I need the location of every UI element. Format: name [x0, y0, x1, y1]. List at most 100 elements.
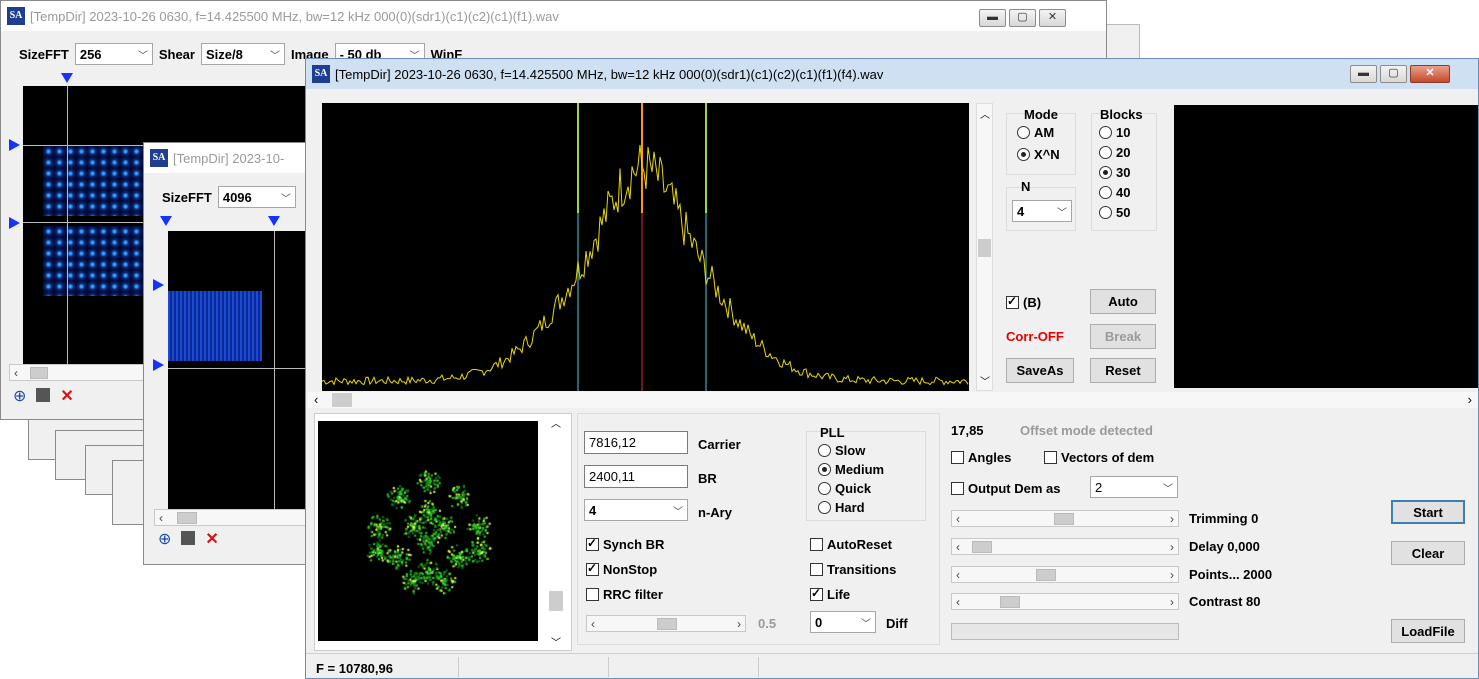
- br-input[interactable]: 2400,11: [584, 465, 688, 488]
- marker-triangle-left-icon[interactable]: [153, 279, 164, 291]
- angles-checkbox[interactable]: Angles: [951, 450, 1011, 465]
- output-dem-checkbox[interactable]: Output Dem as: [951, 481, 1060, 496]
- b-checkbox[interactable]: (B): [1006, 294, 1041, 310]
- checkbox-life[interactable]: [810, 586, 823, 601]
- chevron-down-icon[interactable]: ﹀: [551, 634, 561, 649]
- carrier-input[interactable]: 7816,12: [584, 431, 688, 454]
- nonstop-checkbox[interactable]: NonStop: [586, 561, 657, 577]
- radio-button[interactable]: [1099, 186, 1112, 199]
- checkbox-synch-br[interactable]: [586, 536, 599, 551]
- close-icon[interactable]: ✕: [1410, 65, 1450, 83]
- contrast-slider[interactable]: ‹ ›: [951, 593, 1179, 610]
- title-bar[interactable]: SA [TempDir] 2023-10-26 0630, f=14.42550…: [1, 1, 1106, 31]
- spectrogram-window-2[interactable]: SA [TempDir] 2023-10- SizeFFT 4096 ﹀ ‹ ⊕ …: [143, 142, 313, 565]
- chevron-left-icon[interactable]: ‹: [956, 512, 960, 526]
- checkbox-transitions[interactable]: [810, 563, 823, 576]
- n-select[interactable]: 4 ﹀: [1012, 200, 1072, 222]
- clear-x-icon[interactable]: ✕: [60, 386, 73, 406]
- output-dem-select[interactable]: 2 ﹀: [1090, 476, 1178, 498]
- chevron-left-icon[interactable]: ‹: [314, 392, 318, 407]
- pll-radio-hard[interactable]: Hard: [818, 500, 865, 515]
- slider-thumb[interactable]: [657, 618, 677, 630]
- maximize-icon[interactable]: ▢: [1380, 65, 1407, 83]
- chevron-up-icon[interactable]: ︿: [551, 415, 561, 430]
- sizefft-select[interactable]: 256 ﹀: [74, 43, 153, 65]
- chevron-left-icon[interactable]: ‹: [14, 366, 18, 380]
- mode-am-radio[interactable]: AM: [1017, 125, 1054, 140]
- spectrum-vscroll[interactable]: ︿ ﹀: [976, 103, 993, 391]
- chevron-left-icon[interactable]: ‹: [591, 617, 595, 631]
- pll-radio-slow[interactable]: Slow: [818, 443, 865, 458]
- title-bar[interactable]: SA [TempDir] 2023-10-26 0630, f=14.42550…: [306, 59, 1478, 89]
- minimize-icon[interactable]: ▬: [1350, 65, 1377, 83]
- main-hscroll[interactable]: ‹ ›: [308, 392, 1478, 408]
- radio-button[interactable]: [818, 482, 831, 495]
- constellation-vscroll[interactable]: ︿ ﹀: [548, 415, 565, 649]
- shear-select[interactable]: Size/8 ﹀: [200, 43, 285, 65]
- spectrogram-view[interactable]: [168, 231, 312, 509]
- break-button[interactable]: Break: [1090, 324, 1156, 349]
- chevron-left-icon[interactable]: ‹: [956, 540, 960, 554]
- checkbox-autoreset[interactable]: [810, 538, 823, 551]
- eye-diagram-view[interactable]: [1174, 105, 1478, 388]
- minimize-icon[interactable]: ▬: [979, 9, 1006, 27]
- scroll-thumb[interactable]: [549, 591, 563, 611]
- checkbox-output-dem[interactable]: [951, 482, 964, 495]
- mode-xn-radio[interactable]: X^N: [1017, 147, 1060, 162]
- points-slider[interactable]: ‹ ›: [951, 566, 1179, 583]
- blocks-radio-50[interactable]: 50: [1099, 205, 1130, 220]
- scroll-thumb[interactable]: [177, 512, 197, 524]
- chevron-right-icon[interactable]: ›: [737, 617, 741, 631]
- radio-button[interactable]: [818, 501, 831, 514]
- select-tool-icon[interactable]: [181, 531, 196, 545]
- slider-thumb[interactable]: [972, 541, 992, 553]
- blocks-radio-20[interactable]: 20: [1099, 145, 1130, 160]
- marker-triangle-top-icon[interactable]: [61, 73, 73, 83]
- start-button[interactable]: Start: [1391, 500, 1465, 524]
- radio-button[interactable]: [1099, 126, 1112, 139]
- horizontal-scrollbar[interactable]: ‹: [9, 364, 149, 381]
- transitions-checkbox[interactable]: Transitions: [810, 562, 896, 577]
- synch-br-checkbox[interactable]: Synch BR: [586, 536, 664, 552]
- marker-triangle-top-icon[interactable]: [268, 216, 280, 226]
- chevron-right-icon[interactable]: ›: [1468, 392, 1472, 407]
- spectrum-plot[interactable]: [322, 103, 969, 391]
- radio-button[interactable]: [818, 463, 831, 476]
- clear-button[interactable]: Clear: [1391, 541, 1465, 565]
- chevron-right-icon[interactable]: ›: [1170, 540, 1174, 554]
- main-analyzer-window[interactable]: SA [TempDir] 2023-10-26 0630, f=14.42550…: [305, 58, 1479, 679]
- slider-thumb[interactable]: [1000, 596, 1020, 608]
- scroll-thumb[interactable]: [332, 393, 352, 407]
- checkbox-nonstop[interactable]: [586, 561, 599, 576]
- chevron-right-icon[interactable]: ›: [1170, 595, 1174, 609]
- blocks-radio-10[interactable]: 10: [1099, 125, 1130, 140]
- marker-triangle-left-icon[interactable]: [9, 139, 20, 151]
- autoreset-checkbox[interactable]: AutoReset: [810, 537, 892, 552]
- radio-button[interactable]: [1099, 206, 1112, 219]
- radio-button[interactable]: [1099, 146, 1112, 159]
- blocks-radio-30[interactable]: 30: [1099, 165, 1130, 180]
- rrc-filter-checkbox[interactable]: RRC filter: [586, 587, 663, 602]
- nary-select[interactable]: 4 ﹀: [584, 499, 688, 521]
- radio-am[interactable]: [1017, 126, 1030, 139]
- scroll-thumb[interactable]: [30, 367, 48, 379]
- close-icon[interactable]: ✕: [1039, 9, 1066, 27]
- checkbox-rrc[interactable]: [586, 588, 599, 601]
- checkbox-b[interactable]: [1006, 294, 1019, 309]
- auto-button[interactable]: Auto: [1090, 289, 1156, 314]
- chevron-up-icon[interactable]: ︿: [980, 106, 990, 121]
- life-checkbox[interactable]: Life: [810, 586, 850, 602]
- title-bar[interactable]: SA [TempDir] 2023-10-: [144, 143, 312, 173]
- chevron-right-icon[interactable]: ›: [1170, 568, 1174, 582]
- reset-button[interactable]: Reset: [1090, 358, 1156, 383]
- checkbox-angles[interactable]: [951, 451, 964, 464]
- checkbox-vectors[interactable]: [1044, 451, 1057, 464]
- vectors-checkbox[interactable]: Vectors of dem: [1044, 450, 1154, 465]
- marker-triangle-left-icon[interactable]: [9, 217, 20, 229]
- maximize-icon[interactable]: ▢: [1009, 9, 1036, 27]
- radio-xn[interactable]: [1017, 148, 1030, 161]
- chevron-left-icon[interactable]: ‹: [956, 595, 960, 609]
- zoom-in-icon[interactable]: ⊕: [13, 386, 26, 406]
- chevron-left-icon[interactable]: ‹: [159, 511, 163, 525]
- pll-radio-medium[interactable]: Medium: [818, 462, 884, 477]
